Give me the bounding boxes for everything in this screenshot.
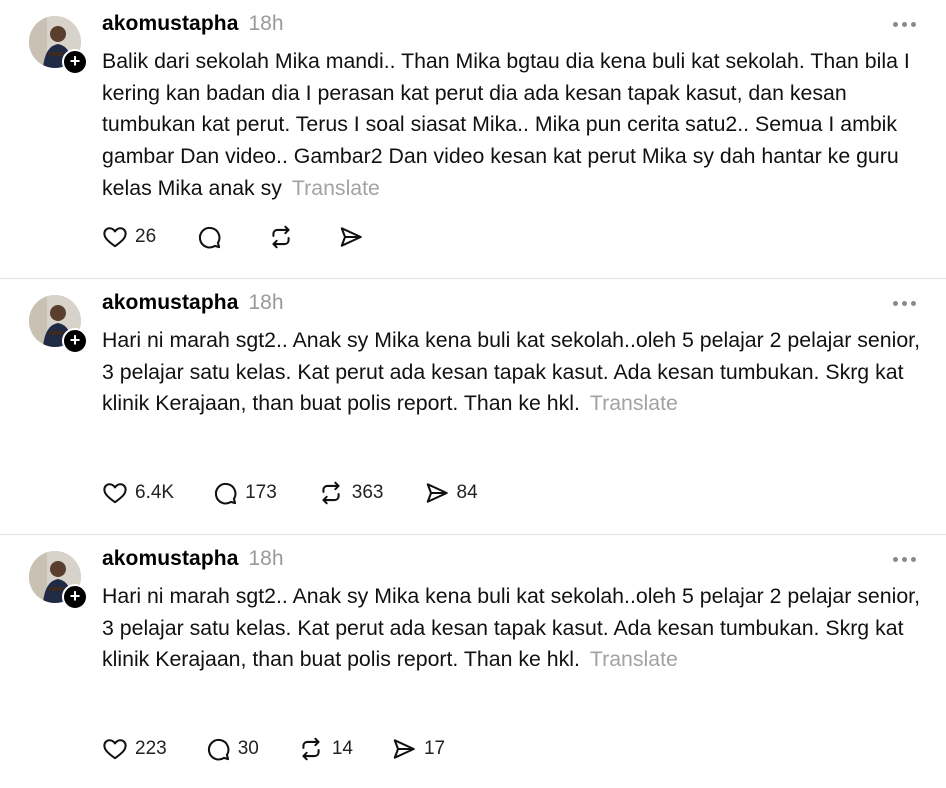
translate-link[interactable]: Translate [590, 391, 678, 415]
repost-icon [302, 737, 320, 761]
post-text: Hari ni marah sgt2.. Anak sy Mika kena b… [102, 325, 922, 420]
like-count: 26 [135, 226, 157, 247]
reply-button[interactable] [196, 224, 229, 250]
avatar-container[interactable]: + [29, 551, 89, 611]
action-bar: 223 30 14 17 [102, 736, 445, 762]
comment-icon [207, 738, 230, 761]
follow-plus-icon[interactable]: + [62, 328, 88, 354]
like-count: 6.4K [135, 482, 175, 503]
share-count: 84 [456, 482, 478, 503]
share-button[interactable]: 84 [424, 480, 478, 506]
reply-count: 173 [245, 482, 277, 503]
share-button[interactable] [338, 224, 371, 250]
post: + akomustapha 18h Balik dari sekolah Mik… [0, 0, 946, 278]
comment-icon [215, 482, 237, 505]
repost-button[interactable]: 363 [317, 480, 384, 506]
username[interactable]: akomustapha [102, 291, 238, 315]
post-header: akomustapha 18h [102, 12, 284, 40]
post-body: Hari ni marah sgt2.. Anak sy Mika kena b… [102, 584, 921, 672]
reply-button[interactable]: 173 [212, 480, 277, 506]
heart-icon [103, 739, 127, 760]
action-bar: 6.4K 173 363 84 [102, 480, 478, 506]
timestamp: 18h [248, 547, 284, 570]
repost-count: 14 [331, 738, 353, 759]
timestamp: 18h [248, 291, 284, 314]
threads-feed: + akomustapha 18h Balik dari sekolah Mik… [0, 0, 946, 788]
translate-link[interactable]: Translate [590, 647, 678, 671]
comment-icon [198, 226, 221, 249]
post-body: Hari ni marah sgt2.. Anak sy Mika kena b… [102, 328, 921, 416]
reply-count: 30 [237, 738, 259, 759]
repost-button[interactable] [267, 224, 302, 250]
send-icon [340, 227, 362, 247]
share-count: 17 [423, 738, 446, 759]
like-button[interactable]: 26 [102, 224, 162, 250]
action-bar: 26 [102, 224, 371, 250]
translate-link[interactable]: Translate [292, 176, 380, 200]
avatar-container[interactable]: + [29, 16, 89, 76]
avatar-container[interactable]: + [29, 295, 89, 355]
heart-icon [103, 483, 127, 504]
post-text: Hari ni marah sgt2.. Anak sy Mika kena b… [102, 581, 922, 676]
like-button[interactable]: 6.4K [102, 480, 174, 506]
repost-count: 363 [351, 482, 384, 503]
more-dots-icon[interactable] [893, 301, 916, 306]
more-dots-icon[interactable] [893, 557, 916, 562]
post-text: Balik dari sekolah Mika mandi.. Than Mik… [102, 46, 922, 205]
post-body: Balik dari sekolah Mika mandi.. Than Mik… [102, 49, 910, 200]
username[interactable]: akomustapha [102, 547, 238, 571]
timestamp: 18h [248, 12, 284, 35]
like-count: 223 [135, 738, 167, 759]
username[interactable]: akomustapha [102, 12, 238, 36]
heart-icon [103, 227, 127, 248]
like-button[interactable]: 223 [102, 736, 167, 762]
follow-plus-icon[interactable]: + [62, 49, 88, 75]
post: + akomustapha 18h Hari ni marah sgt2.. A… [0, 279, 946, 534]
repost-icon [322, 481, 340, 505]
post: + akomustapha 18h Hari ni marah sgt2.. A… [0, 535, 946, 788]
share-button[interactable]: 17 [391, 736, 445, 762]
post-header: akomustapha 18h [102, 547, 284, 575]
send-icon [426, 483, 448, 503]
reply-button[interactable]: 30 [205, 736, 259, 762]
more-dots-icon[interactable] [893, 22, 916, 27]
follow-plus-icon[interactable]: + [62, 584, 88, 610]
repost-icon [272, 225, 290, 249]
send-icon [393, 739, 415, 759]
post-header: akomustapha 18h [102, 291, 284, 319]
repost-button[interactable]: 14 [297, 736, 353, 762]
